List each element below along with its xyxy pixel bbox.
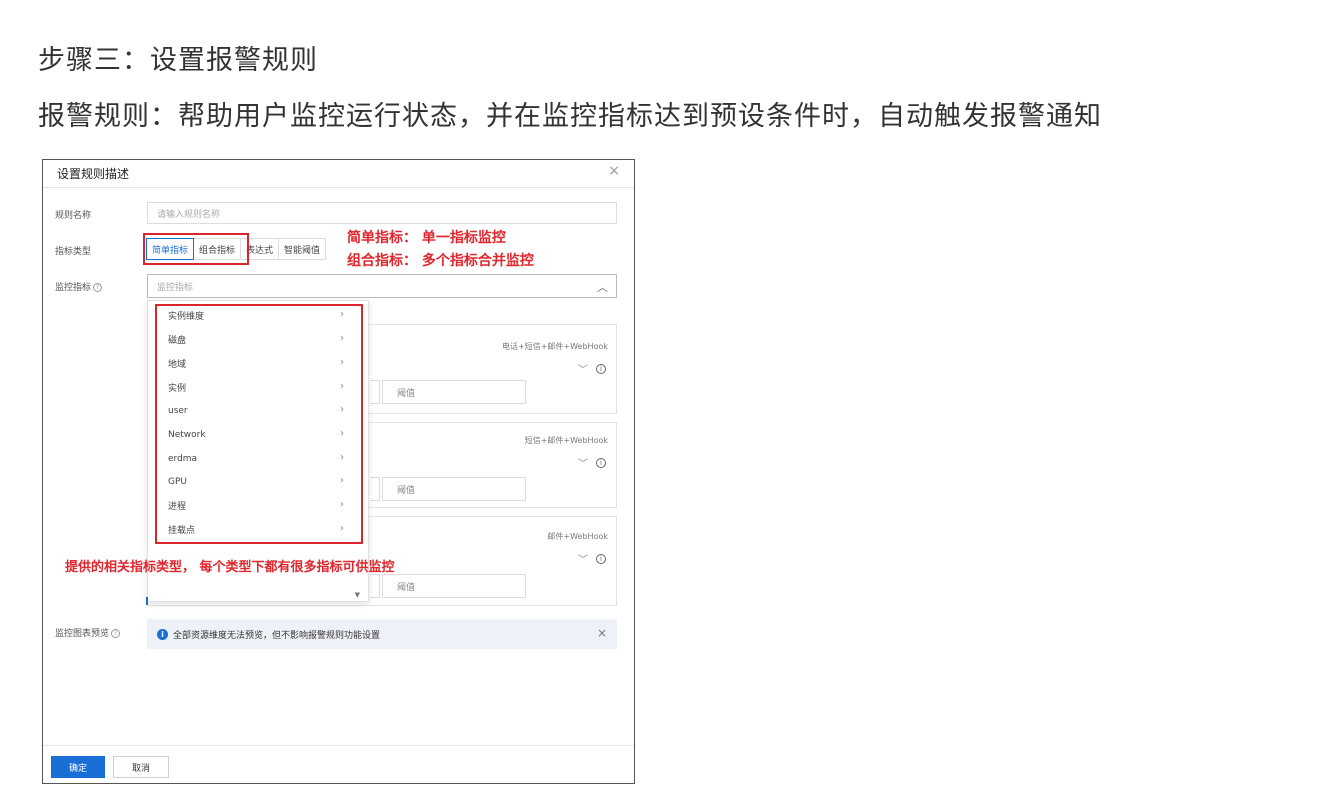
metric-type-label: 指标类型 [55, 247, 92, 257]
confirm-button[interactable]: 确定 [51, 756, 105, 778]
panel-channel: 邮件+WebHook [547, 532, 608, 541]
metric-label-text: 监控指标 [55, 283, 92, 293]
dialog-footer: 确定 取消 [43, 745, 634, 785]
info-icon: i [596, 364, 606, 374]
threshold-input[interactable]: 阈值 [382, 574, 526, 598]
chevron-down-icon[interactable]: ﹀ [578, 361, 588, 376]
threshold-operator[interactable] [370, 380, 380, 404]
panel-channel: 短信+邮件+WebHook [524, 436, 608, 445]
dialog-title: 设置规则描述 [57, 167, 130, 181]
dialog-header: 设置规则描述 × [43, 160, 634, 188]
notice-text: 全部资源维度无法预览，但不影响报警规则功能设置 [173, 630, 381, 641]
rule-name-input[interactable]: 请输入规则名称 [147, 202, 617, 224]
threshold-operator[interactable] [370, 574, 380, 598]
close-icon[interactable]: × [608, 163, 620, 179]
tab-smart-threshold[interactable]: 智能阈值 [278, 238, 327, 260]
scroll-indicator [146, 597, 148, 605]
preview-label: 监控图表预览? [55, 626, 121, 639]
annotation-combo: 组合指标： 多个指标合并监控 [347, 253, 534, 269]
close-icon[interactable]: × [597, 626, 607, 640]
preview-label-text: 监控图表预览 [55, 629, 110, 639]
metric-select[interactable]: 监控指标 ︿ [147, 274, 617, 298]
step-heading: 步骤三：设置报警规则 [38, 45, 318, 76]
annotation-metric-types: 提供的相关指标类型， 每个类型下都有很多指标可供监控 [65, 560, 395, 575]
scroll-down-icon[interactable]: ▼ [355, 591, 360, 599]
info-icon: i [157, 628, 168, 640]
rule-name-label: 规则名称 [55, 211, 92, 221]
chevron-down-icon[interactable]: ﹀ [578, 551, 588, 566]
help-icon: ? [111, 629, 121, 638]
dropdown-highlight-box [155, 304, 363, 544]
step-description: 报警规则：帮助用户监控运行状态，并在监控指标达到预设条件时，自动触发报警通知 [38, 101, 1102, 132]
preview-notice: i 全部资源维度无法预览，但不影响报警规则功能设置 × [147, 619, 617, 649]
cancel-button[interactable]: 取消 [113, 756, 169, 778]
annotation-simple: 简单指标： 单一指标监控 [347, 230, 506, 246]
metric-select-placeholder: 监控指标 [157, 282, 194, 293]
threshold-input[interactable]: 阈值 [382, 380, 526, 404]
threshold-operator[interactable] [370, 477, 380, 501]
rule-dialog: 设置规则描述 × 规则名称 请输入规则名称 指标类型 简单指标 组合指标 表达式… [42, 159, 635, 784]
threshold-input[interactable]: 阈值 [382, 477, 526, 501]
panel-channel: 电话+短信+邮件+WebHook [502, 342, 608, 351]
help-icon: ? [93, 283, 103, 292]
chevron-down-icon[interactable]: ﹀ [578, 455, 588, 470]
metric-label: 监控指标? [55, 280, 103, 293]
chevron-up-icon: ︿ [597, 281, 608, 294]
info-icon: i [596, 554, 606, 564]
tab-simple-metric[interactable]: 简单指标 [146, 238, 195, 260]
info-icon: i [596, 458, 606, 468]
